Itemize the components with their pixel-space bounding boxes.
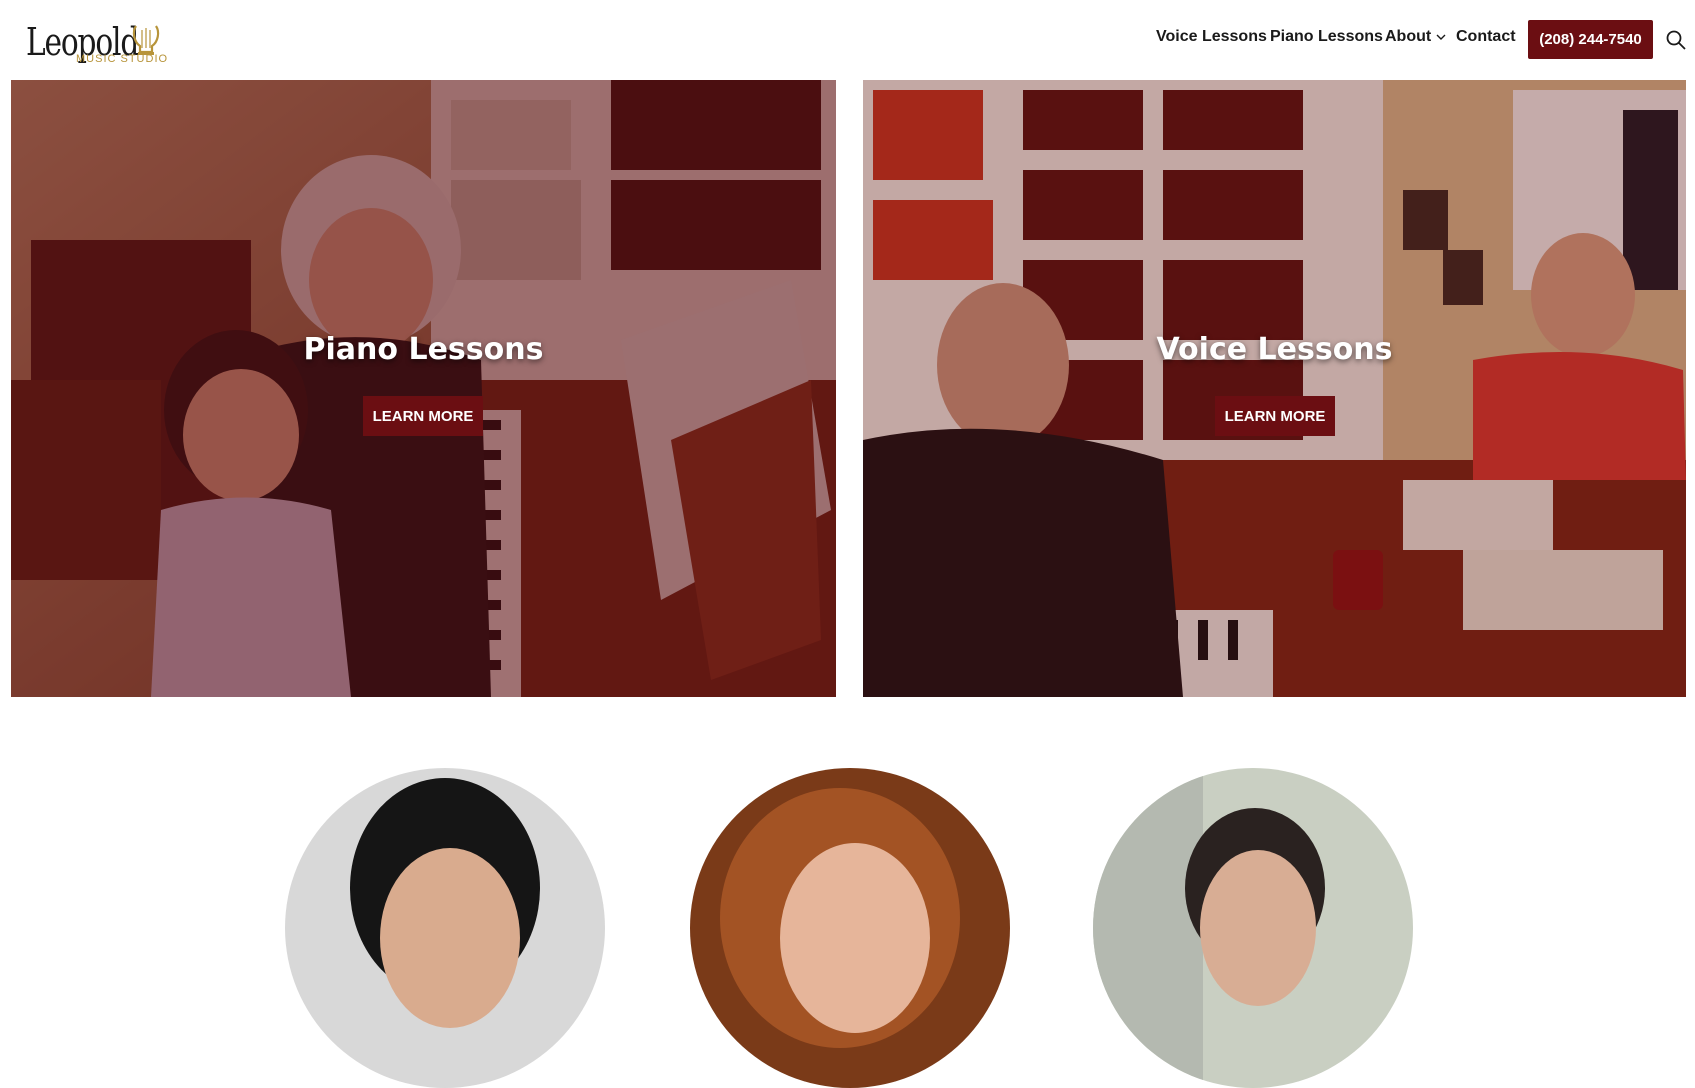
learn-more-button[interactable]: LEARN MORE <box>1215 396 1335 436</box>
site-logo[interactable]: Leopold MUSIC STUDIO <box>26 20 176 68</box>
logo-subtitle: MUSIC STUDIO <box>76 53 169 65</box>
nav-contact[interactable]: Contact <box>1456 28 1516 46</box>
voice-lessons-panel[interactable]: Voice Lessons LEARN MORE <box>863 80 1686 697</box>
instructor-portrait[interactable] <box>690 768 1010 1088</box>
chevron-down-icon <box>1436 34 1446 40</box>
panel-overlay <box>863 80 1686 697</box>
instructor-portrait[interactable] <box>1093 768 1413 1088</box>
learn-more-button[interactable]: LEARN MORE <box>363 396 483 436</box>
phone-button[interactable]: (208) 244-7540 <box>1528 20 1653 59</box>
piano-lessons-panel[interactable]: Piano Lessons LEARN MORE <box>11 80 836 697</box>
instructor-portrait[interactable] <box>285 768 605 1088</box>
panel-title: Piano Lessons <box>303 332 544 367</box>
instructor-photo <box>690 768 1010 1088</box>
site-header: Leopold MUSIC STUDIO Voice Lessons Piano… <box>0 0 1695 80</box>
panel-overlay <box>11 80 836 697</box>
instructor-photo <box>1093 768 1413 1088</box>
panel-title: Voice Lessons <box>1156 332 1393 367</box>
nav-voice-lessons[interactable]: Voice Lessons <box>1156 28 1267 46</box>
instructor-photo <box>285 768 605 1088</box>
nav-piano-lessons[interactable]: Piano Lessons <box>1270 28 1383 46</box>
search-icon[interactable] <box>1666 30 1686 50</box>
nav-about[interactable]: About <box>1385 28 1446 46</box>
nav-about-label: About <box>1385 28 1432 45</box>
